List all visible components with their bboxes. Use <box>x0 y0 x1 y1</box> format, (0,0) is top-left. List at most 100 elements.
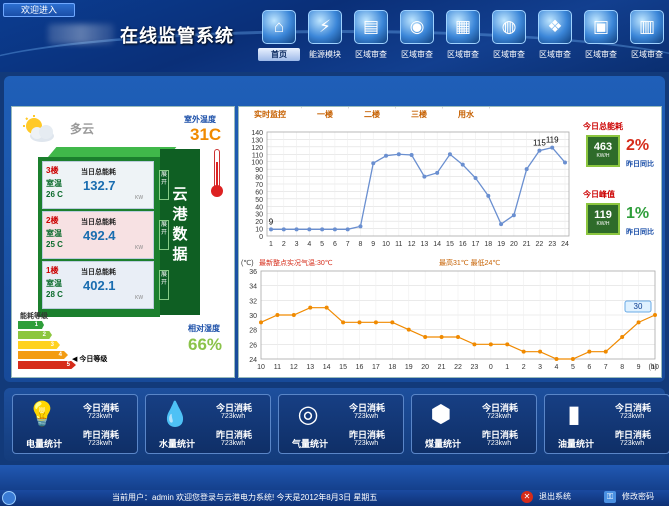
y-tick-label: 90 <box>255 167 263 174</box>
tab-0[interactable]: 实时监控 <box>239 107 302 123</box>
x-tick-label: 2 <box>522 364 526 371</box>
logout-button[interactable]: ✕ 退出系统 <box>521 491 571 503</box>
nav-item-0[interactable]: ⌂ 首页 <box>256 8 302 68</box>
x-tick-label: 8 <box>359 241 363 248</box>
y-unit: (℃) <box>241 260 254 267</box>
nav-item-4[interactable]: ▦ 区域审查 <box>440 8 486 68</box>
nav-label: 区域审查 <box>631 50 663 59</box>
utility-card[interactable]: 💡 电量统计 今日消耗 723kwh 昨日消耗 723kwh <box>12 394 138 454</box>
expand-floor-3-button[interactable]: 展开 <box>159 170 169 200</box>
x-tick-label: 10 <box>257 364 265 371</box>
value-callout-text: 30 <box>634 302 643 311</box>
today-total-unit: KW/H <box>596 153 610 159</box>
data-point <box>259 320 263 325</box>
nav-item-7[interactable]: ▣ 区域审查 <box>578 8 624 68</box>
nav-label: 区域审查 <box>585 50 617 59</box>
change-password-label: 修改密码 <box>622 492 654 502</box>
yesterday-usage-value: 723kwh <box>221 440 246 447</box>
nav-label: 首页 <box>258 48 300 61</box>
y-tick-label: 50 <box>255 197 263 204</box>
x-tick-label: 20 <box>510 241 518 248</box>
change-password-button[interactable]: ⚿ 修改密码 <box>604 491 654 503</box>
tab-4[interactable]: 用水 <box>443 107 490 123</box>
home-icon: ⌂ <box>262 10 296 44</box>
data-point <box>653 313 657 317</box>
x-tick-label: 18 <box>388 364 396 371</box>
data-label: 9 <box>269 217 274 226</box>
today-usage-value: 723kwh <box>487 413 512 420</box>
utility-card[interactable]: ◎ 气量统计 今日消耗 723kwh 昨日消耗 723kwh <box>278 394 404 454</box>
expand-floor-1-button[interactable]: 展开 <box>159 270 169 300</box>
region-review-icon-1: ▤ <box>354 10 388 44</box>
data-point <box>447 152 452 157</box>
nav-item-1[interactable]: ⚡ 能源模块 <box>302 8 348 68</box>
floor-number: 1楼 <box>46 266 59 275</box>
nav-item-6[interactable]: ❖ 区域审查 <box>532 8 578 68</box>
tab-1[interactable]: 一楼 <box>302 107 349 123</box>
x-tick-label: 4 <box>555 364 559 371</box>
data-point <box>537 148 542 153</box>
data-point <box>511 213 516 218</box>
header: 欢迎进入 在线监管系统 ⌂ 首页 ⚡ 能源模块 ▤ 区域审查 ◉ 区域审查 ▦ 区域审查 ◍ 区域审查… <box>0 0 669 72</box>
x-tick-label: 13 <box>306 364 314 371</box>
data-point <box>341 320 346 325</box>
utility-card[interactable]: ▮ 油量统计 今日消耗 723kwh 昨日消耗 723kwh <box>544 394 669 454</box>
region-review-icon-2: ◉ <box>400 10 434 44</box>
room-temp: 25 C <box>46 240 63 249</box>
y-tick-label: 110 <box>252 152 263 159</box>
nav-item-3[interactable]: ◉ 区域审查 <box>394 8 440 68</box>
oil-icon: ▮ <box>567 401 581 428</box>
x-tick-label: 21 <box>438 364 446 371</box>
nav-item-8[interactable]: ▥ 区域审查 <box>624 8 669 68</box>
expand-floor-2-button[interactable]: 展开 <box>159 220 169 250</box>
data-point <box>636 320 641 325</box>
y-tick-label: 80 <box>255 175 263 182</box>
y-tick-label: 34 <box>249 284 257 291</box>
x-tick-label: 19 <box>405 364 413 371</box>
today-total-label: 今日总能耗 <box>583 122 623 131</box>
tab-3[interactable]: 三楼 <box>396 107 443 123</box>
data-point <box>439 335 444 339</box>
welcome-badge: 欢迎进入 <box>3 3 75 17</box>
utility-card[interactable]: 💧 水量统计 今日消耗 723kwh 昨日消耗 723kwh <box>145 394 271 454</box>
nav-item-5[interactable]: ◍ 区域审查 <box>486 8 532 68</box>
nav-item-2[interactable]: ▤ 区域审查 <box>348 8 394 68</box>
x-tick-label: 17 <box>372 364 380 371</box>
data-point <box>554 357 559 361</box>
close-icon: ✕ <box>521 491 533 503</box>
data-point <box>320 227 325 232</box>
y-tick-label: 130 <box>251 137 263 144</box>
energy-unit: KW <box>135 245 144 251</box>
data-point <box>373 320 378 325</box>
data-point <box>505 342 510 347</box>
data-point <box>409 153 414 158</box>
utility-card[interactable]: ⬢ 煤量统计 今日消耗 723kwh 昨日消耗 723kwh <box>411 394 537 454</box>
thermometer-icon <box>214 149 220 189</box>
x-tick-label: 5 <box>320 241 324 248</box>
cloudy-weather-icon <box>23 115 54 142</box>
energy-level-2: 2 <box>18 331 52 339</box>
data-point <box>390 320 395 325</box>
gas-icon: ◎ <box>297 401 319 428</box>
humidity-value: 66% <box>188 335 223 354</box>
x-tick-label: 1 <box>505 364 509 371</box>
monitor-panel: 实时监控 一楼 二楼 三楼 用水 0 10 20 30 40 50 60 70 80 90 100 110 12… <box>238 106 662 378</box>
tab-2[interactable]: 二楼 <box>349 107 396 123</box>
water-drop-icon: 💧 <box>160 401 190 428</box>
footer: 当前用户：admin 欢迎您登录与云港电力系统! 今天是2012年8月3日 星期… <box>0 465 669 506</box>
data-label: 119 <box>546 136 559 145</box>
x-tick-label: 10 <box>382 241 390 248</box>
y-tick-label: 32 <box>249 298 257 305</box>
x-tick-label: 21 <box>523 241 531 248</box>
floor-number: 3楼 <box>46 166 59 175</box>
peak-compare: 昨日同比 <box>626 229 654 236</box>
floor-3-card: 3楼 室温 26 C 当日总能耗 132.7 KW 展开 <box>42 161 169 209</box>
data-point <box>269 227 273 232</box>
x-tick-label: 6 <box>333 241 337 248</box>
x-tick-label: 7 <box>604 364 608 371</box>
nav-label: 区域审查 <box>539 50 571 59</box>
start-orb-icon[interactable] <box>2 491 16 505</box>
x-tick-label: 9 <box>371 241 375 248</box>
data-point <box>396 152 401 157</box>
weather-text: 多云 <box>70 122 95 136</box>
